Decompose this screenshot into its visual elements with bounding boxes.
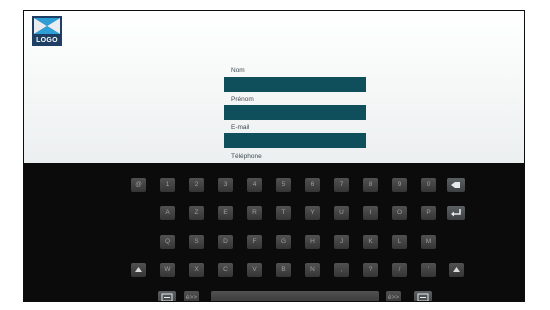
key-2[interactable]: 2 (189, 178, 204, 192)
key-8[interactable]: 8 (363, 178, 378, 192)
space-key[interactable] (211, 291, 379, 301)
enter-key[interactable] (447, 206, 465, 220)
logo: LOGO (32, 16, 62, 46)
keyboard-hide-icon (417, 293, 429, 301)
enter-icon (451, 209, 461, 217)
label-nom: Nom (231, 67, 245, 74)
key-i[interactable]: I (363, 206, 378, 220)
key-question[interactable]: ? (363, 263, 378, 277)
key-7[interactable]: 7 (334, 178, 349, 192)
key-h[interactable]: H (305, 235, 320, 249)
key-z[interactable]: Z (189, 206, 204, 220)
key-b[interactable]: B (276, 263, 291, 277)
key-n[interactable]: N (305, 263, 320, 277)
key-k[interactable]: K (363, 235, 378, 249)
key-x[interactable]: X (189, 263, 204, 277)
key-r[interactable]: R (247, 206, 262, 220)
form-area: LOGO Nom Prénom E-mail Téléphone (24, 11, 524, 163)
key-y[interactable]: Y (305, 206, 320, 220)
keyboard-hide-icon (161, 293, 173, 301)
key-j[interactable]: J (334, 235, 349, 249)
key-g[interactable]: G (276, 235, 291, 249)
key-w[interactable]: W (160, 263, 175, 277)
backspace-key[interactable] (447, 178, 465, 192)
key-0[interactable]: 0 (421, 178, 436, 192)
email-field[interactable] (224, 133, 366, 148)
hide-keyboard-key-right[interactable] (414, 291, 432, 301)
logo-text: LOGO (36, 37, 58, 44)
key-o[interactable]: O (392, 206, 407, 220)
shift-key-right[interactable] (449, 263, 464, 277)
key-s[interactable]: S (189, 235, 204, 249)
shift-icon (453, 267, 460, 272)
flag-logo-icon (34, 18, 60, 34)
label-email: E-mail (231, 124, 250, 131)
shift-icon (135, 267, 142, 272)
label-prenom: Prénom (231, 96, 254, 103)
key-slash[interactable]: / (392, 263, 407, 277)
key-u[interactable]: U (334, 206, 349, 220)
key-at[interactable]: @ (131, 178, 146, 192)
tablet-screen: LOGO Nom Prénom E-mail Téléphone @ 1 2 3… (23, 10, 525, 302)
backspace-icon (451, 182, 460, 188)
key-f[interactable]: F (247, 235, 262, 249)
key-1[interactable]: 1 (160, 178, 175, 192)
key-6[interactable]: 6 (305, 178, 320, 192)
key-l[interactable]: L (392, 235, 407, 249)
key-t[interactable]: T (276, 206, 291, 220)
key-d[interactable]: D (218, 235, 233, 249)
key-c[interactable]: C (218, 263, 233, 277)
key-3[interactable]: 3 (218, 178, 233, 192)
prenom-field[interactable] (224, 105, 366, 120)
key-q[interactable]: Q (160, 235, 175, 249)
key-5[interactable]: 5 (276, 178, 291, 192)
label-telephone: Téléphone (231, 153, 262, 160)
key-9[interactable]: 9 (392, 178, 407, 192)
key-a[interactable]: A (160, 206, 175, 220)
key-m[interactable]: M (421, 235, 436, 249)
shift-key-left[interactable] (131, 263, 146, 277)
key-4[interactable]: 4 (247, 178, 262, 192)
mode-key-left[interactable]: è>> (184, 291, 199, 301)
key-v[interactable]: V (247, 263, 262, 277)
key-comma[interactable]: , (334, 263, 349, 277)
key-apostrophe[interactable]: ' (421, 263, 436, 277)
on-screen-keyboard: @ 1 2 3 4 5 6 7 8 9 0 A Z E R T Y U I O … (24, 163, 524, 301)
nom-field[interactable] (224, 77, 366, 92)
hide-keyboard-key-left[interactable] (158, 291, 176, 301)
key-p[interactable]: P (421, 206, 436, 220)
key-e[interactable]: E (218, 206, 233, 220)
mode-key-right[interactable]: è>> (386, 291, 401, 301)
